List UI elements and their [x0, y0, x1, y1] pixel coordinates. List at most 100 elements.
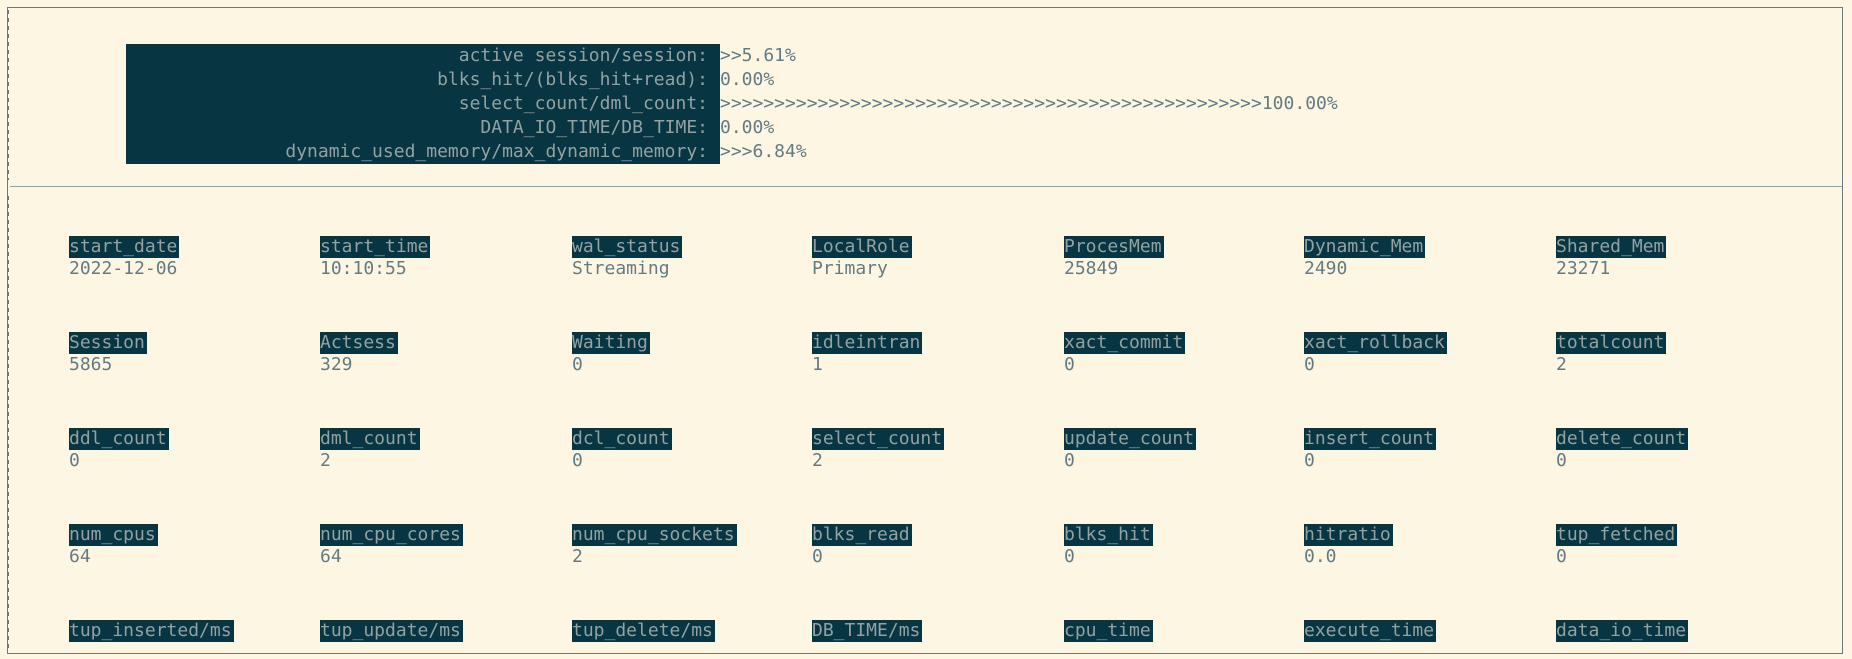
left-border-dashes — [7, 10, 9, 180]
stat-cell: select_count 2 — [812, 428, 945, 472]
stat-cell: Waiting 0 — [572, 332, 650, 376]
stat-value: 5865 — [69, 354, 113, 375]
stat-header: tup_fetched — [1556, 524, 1678, 546]
stat-cell: xact_commit 0 — [1064, 332, 1186, 376]
stat-value: 0 — [1304, 354, 1315, 375]
stat-header: Shared_Mem — [1556, 236, 1667, 258]
stat-value: 2 — [572, 546, 583, 567]
stat-cell: tup_fetched 0 — [1556, 524, 1678, 568]
section-divider — [10, 186, 1842, 187]
stat-header: dcl_count — [572, 428, 672, 450]
stat-header: Dynamic_Mem — [1304, 236, 1426, 258]
ratio-row: DATA_IO_TIME/DB_TIME: 0.00% — [126, 116, 1338, 140]
stat-cell: num_cpu_cores 64 — [320, 524, 463, 568]
stat-cell: insert_count 0 — [1304, 428, 1437, 472]
stat-header: Waiting — [572, 332, 650, 354]
stat-header: Actsess — [320, 332, 398, 354]
stat-header: cpu_time — [1064, 620, 1153, 642]
stat-value: 64 — [320, 546, 342, 567]
ratio-row: active session/session: >>5.61% — [126, 44, 1338, 68]
ratio-bar-value: >>5.61% — [720, 45, 796, 66]
stat-cell: dcl_count 0 — [572, 428, 672, 472]
stat-cell: Dynamic_Mem 2490 — [1304, 236, 1426, 280]
stat-value: 64 — [69, 546, 91, 567]
ratio-row: select_count/dml_count: >>>>>>>>>>>>>>>>… — [126, 92, 1338, 116]
stat-cell: ddl_count 0 — [69, 428, 169, 472]
stat-value: 0 — [572, 354, 583, 375]
stat-value: 25849 — [1064, 258, 1119, 279]
stat-header: data_io_time — [1556, 620, 1689, 642]
stat-cell: num_cpus 64 — [69, 524, 158, 568]
stat-header: start_date — [69, 236, 180, 258]
stat-header: ddl_count — [69, 428, 169, 450]
stat-value: 0 — [1304, 450, 1315, 471]
stat-value: 0 — [812, 546, 823, 567]
stat-header: dml_count — [320, 428, 420, 450]
stat-header: num_cpu_cores — [320, 524, 463, 546]
stat-cell: hitratio 0.0 — [1304, 524, 1393, 568]
stat-cell: totalcount 2 — [1556, 332, 1667, 376]
stat-value: 0 — [1064, 546, 1075, 567]
stat-header: insert_count — [1304, 428, 1437, 450]
stat-cell: tup_update/ms — [320, 620, 463, 642]
stat-value: 2022-12-06 — [69, 258, 178, 279]
ratio-bar-value: >>>>>>>>>>>>>>>>>>>>>>>>>>>>>>>>>>>>>>>>… — [720, 93, 1338, 114]
stat-cell: tup_inserted/ms — [69, 620, 234, 642]
ratio-label: blks_hit/(blks_hit+read): — [126, 68, 720, 92]
stat-cell: start_time 10:10:55 — [320, 236, 431, 280]
stat-cell: idleintran 1 — [812, 332, 923, 376]
stat-header: xact_commit — [1064, 332, 1186, 354]
stat-header: num_cpu_sockets — [572, 524, 737, 546]
stat-header: totalcount — [1556, 332, 1667, 354]
stat-header: select_count — [812, 428, 945, 450]
stat-cell: num_cpu_sockets 2 — [572, 524, 737, 568]
stat-cell: blks_hit 0 — [1064, 524, 1153, 568]
stat-value: 0 — [1556, 546, 1567, 567]
stat-header: start_time — [320, 236, 431, 258]
ratio-label: DATA_IO_TIME/DB_TIME: — [126, 116, 720, 140]
ratio-bar-value: >>>6.84% — [720, 141, 807, 162]
stat-header: LocalRole — [812, 236, 912, 258]
stat-value: 2 — [1556, 354, 1567, 375]
stat-header: execute_time — [1304, 620, 1437, 642]
stat-value: 2 — [812, 450, 823, 471]
stat-header: tup_update/ms — [320, 620, 463, 642]
stat-cell: start_date 2022-12-06 — [69, 236, 180, 280]
ratio-label: active session/session: — [126, 44, 720, 68]
stat-cell: DB_TIME/ms — [812, 620, 923, 642]
stat-cell: update_count 0 — [1064, 428, 1197, 472]
stat-header: num_cpus — [69, 524, 158, 546]
stat-value: Streaming — [572, 258, 670, 279]
stat-header: blks_read — [812, 524, 912, 546]
stat-cell: ProcesMem 25849 — [1064, 236, 1164, 280]
stat-header: blks_hit — [1064, 524, 1153, 546]
ratio-bar-value: 0.00% — [720, 69, 775, 90]
stat-value: 10:10:55 — [320, 258, 407, 279]
stat-cell: Session 5865 — [69, 332, 147, 376]
stat-cell: xact_rollback 0 — [1304, 332, 1447, 376]
stat-header: hitratio — [1304, 524, 1393, 546]
stat-cell: blks_read 0 — [812, 524, 912, 568]
stat-value: 1 — [812, 354, 823, 375]
stat-header: delete_count — [1556, 428, 1689, 450]
stat-value: 0 — [1556, 450, 1567, 471]
stat-header: wal_status — [572, 236, 683, 258]
stat-header: tup_inserted/ms — [69, 620, 234, 642]
stat-header: idleintran — [812, 332, 923, 354]
stat-header: update_count — [1064, 428, 1197, 450]
stat-value: 0 — [1064, 450, 1075, 471]
stat-value: 0.0 — [1304, 546, 1337, 567]
stat-cell: cpu_time — [1064, 620, 1153, 642]
stat-cell: data_io_time — [1556, 620, 1689, 642]
stat-header: xact_rollback — [1304, 332, 1447, 354]
stat-header: tup_delete/ms — [572, 620, 715, 642]
stat-value: 2 — [320, 450, 331, 471]
stat-value: 0 — [1064, 354, 1075, 375]
stat-cell: execute_time — [1304, 620, 1437, 642]
stat-cell: LocalRole Primary — [812, 236, 912, 280]
stat-header: Session — [69, 332, 147, 354]
stat-cell: wal_status Streaming — [572, 236, 683, 280]
ratio-row: dynamic_used_memory/max_dynamic_memory: … — [126, 140, 1338, 164]
ratio-label: select_count/dml_count: — [126, 92, 720, 116]
stat-cell: dml_count 2 — [320, 428, 420, 472]
